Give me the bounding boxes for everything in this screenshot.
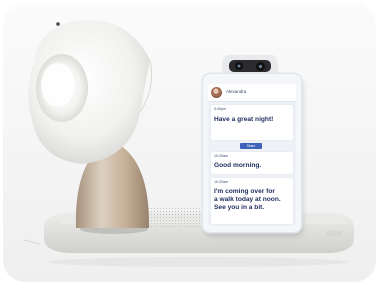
robot-scene [3,3,376,282]
avatar [211,87,222,98]
message-time: 10:30am [214,154,228,158]
message-text: Have a great night! [214,116,274,123]
message-time: 9:40pm [214,107,226,111]
tablet-device: Alexandra 9:40pm Have a great night! Sha… [203,74,301,232]
tablet-screen: Alexandra 9:40pm Have a great night! Sha… [208,84,296,226]
message-text-line: a walk today at noon. [214,196,281,203]
contact-name: Alexandra [226,89,247,94]
chat-header: Alexandra [208,84,296,102]
message-card[interactable]: 10:30am Good morning. [211,152,293,174]
message-card[interactable]: 9:40pm Have a great night! [211,105,293,140]
message-card[interactable]: 10:32am I'm coming over for a walk today… [211,178,293,224]
message-text: Good morning. [214,162,262,169]
message-text-line: See you in a bit. [214,204,265,211]
message-time: 10:32am [214,180,228,184]
camera-icon [235,62,243,70]
photo-frame: Alexandra 9:40pm Have a great night! Sha… [0,0,379,285]
message-text-line: I'm coming over for [214,188,275,195]
share-button[interactable]: Share [240,143,262,149]
